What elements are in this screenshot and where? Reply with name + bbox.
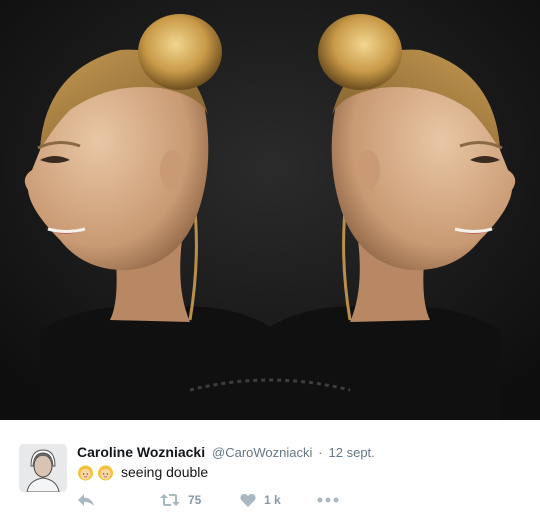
reply-button[interactable]	[77, 490, 95, 510]
tweet-header: Caroline Wozniacki @CaroWozniacki · 12 s…	[77, 443, 375, 462]
tweet-text-row: seeing double	[77, 462, 208, 482]
woman-blonde-emoji	[97, 464, 114, 481]
woman-blonde-emoji	[77, 464, 94, 481]
like-button[interactable]: 1 k	[240, 490, 281, 510]
more-icon	[317, 497, 339, 503]
separator: ·	[318, 445, 323, 460]
user-handle[interactable]: @CaroWozniacki	[212, 445, 312, 460]
profile-photo-icon	[19, 444, 67, 492]
more-button[interactable]	[317, 490, 339, 510]
heart-icon	[240, 493, 256, 507]
reply-icon	[78, 494, 94, 506]
mirrored-portrait-image	[0, 0, 540, 420]
tweet-actions: 75 1 k	[77, 490, 377, 510]
retweet-button[interactable]: 75	[160, 490, 201, 510]
tweet-text: seeing double	[121, 464, 209, 480]
tweet-media-photo[interactable]	[0, 0, 540, 420]
tweet-card: Caroline Wozniacki @CaroWozniacki · 12 s…	[0, 420, 540, 526]
like-count: 1 k	[264, 493, 281, 507]
tweet-date[interactable]: 12 sept.	[329, 445, 375, 460]
retweet-icon	[160, 494, 180, 506]
display-name[interactable]: Caroline Wozniacki	[77, 444, 205, 460]
avatar[interactable]	[19, 444, 67, 492]
retweet-count: 75	[188, 493, 202, 507]
